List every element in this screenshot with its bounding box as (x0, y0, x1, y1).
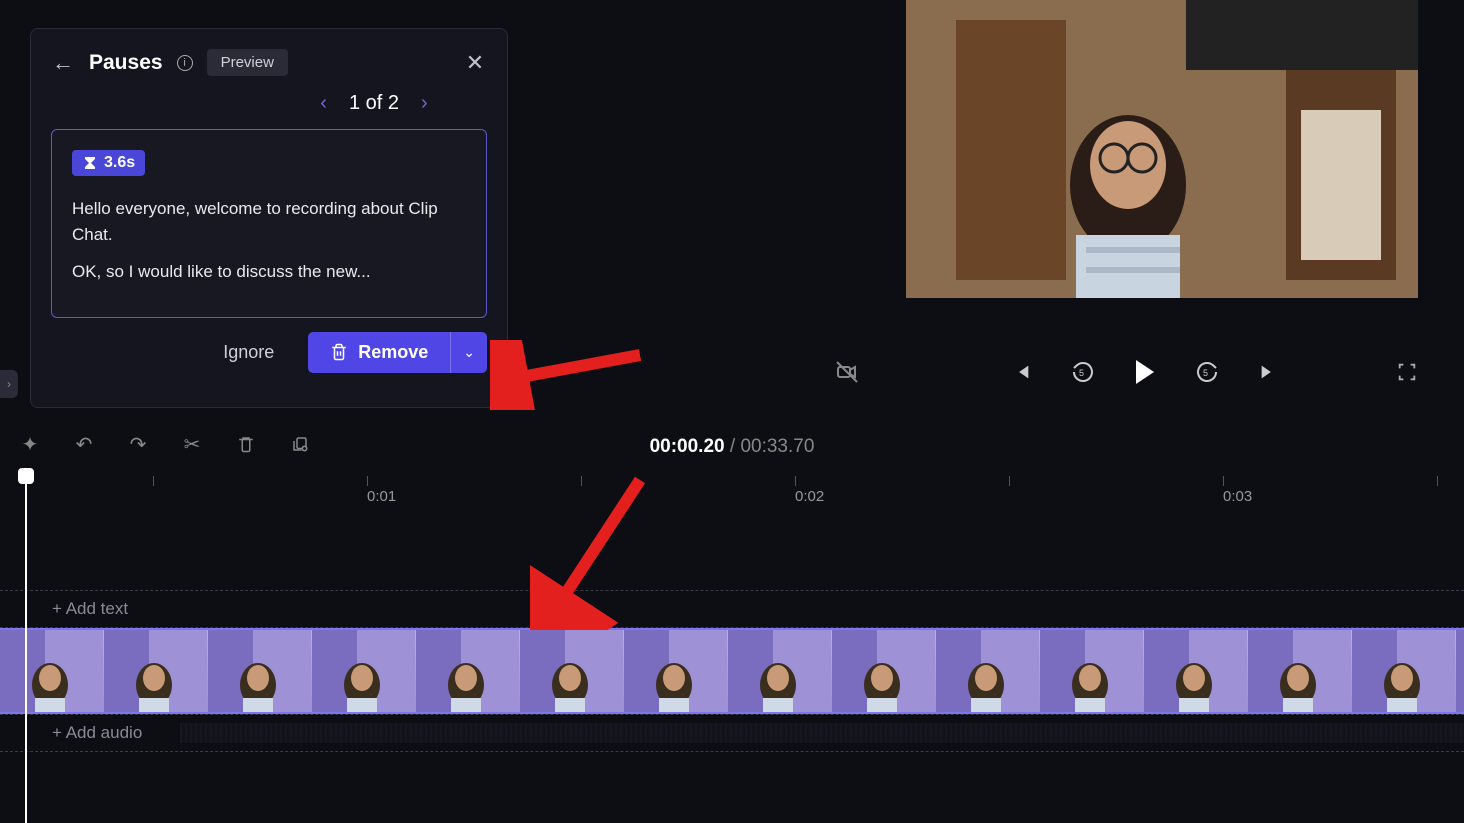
svg-text:5: 5 (1079, 368, 1084, 378)
pause-duration-text: 3.6s (104, 154, 135, 172)
timeline-tracks: + Add text 🔊 + Add audio (0, 590, 1464, 752)
skip-start-icon[interactable] (1004, 355, 1038, 389)
copy-add-icon[interactable] (286, 430, 314, 458)
remove-button-group: Remove ⌄ (308, 332, 487, 373)
transcript-box[interactable]: 3.6s Hello everyone, welcome to recordin… (51, 129, 487, 318)
ruler-mark (1437, 476, 1438, 510)
playback-center: 5 5 (1004, 355, 1286, 389)
clip-thumbnail[interactable] (728, 630, 832, 712)
add-audio-track[interactable]: + Add audio (0, 715, 1464, 751)
panel-header: ← Pauses i Preview ✕ (51, 49, 487, 76)
svg-text:5: 5 (1203, 368, 1208, 378)
timecode: 00:00.20 / 00:33.70 (650, 436, 815, 458)
ruler-mark (1009, 476, 1010, 510)
clip-thumbnail[interactable] (520, 630, 624, 712)
clip-thumbnail[interactable] (1144, 630, 1248, 712)
pager: ‹ 1 of 2 › (261, 92, 487, 115)
clip-thumbnail[interactable] (832, 630, 936, 712)
back-arrow-icon[interactable]: ← (51, 51, 75, 75)
playback-controls: 5 5 (830, 350, 1424, 394)
clip-thumbnail[interactable] (416, 630, 520, 712)
ruler-mark: 0:02 (795, 476, 824, 510)
clip-thumbnail[interactable] (208, 630, 312, 712)
video-frame-placeholder (906, 0, 1418, 298)
transcript-line-2: OK, so I would like to discuss the new..… (72, 259, 466, 285)
timeline-toolbar: ✦ ↶ ↷ ✂ (16, 430, 314, 458)
add-text-label: + Add text (52, 599, 128, 619)
fullscreen-icon[interactable] (1390, 355, 1424, 389)
pause-duration-badge: 3.6s (72, 150, 145, 176)
timeline-ruler[interactable]: 0:01 0:02 0:03 (0, 476, 1464, 510)
annotation-arrow-1 (490, 340, 650, 410)
remove-dropdown-caret[interactable]: ⌄ (450, 332, 487, 373)
clip-thumbnail[interactable] (624, 630, 728, 712)
info-icon[interactable]: i (177, 55, 193, 71)
remove-button[interactable]: Remove (308, 332, 450, 373)
clip-thumbnail[interactable] (312, 630, 416, 712)
clip-thumbnail[interactable] (1248, 630, 1352, 712)
remove-label: Remove (358, 342, 428, 363)
clip-thumbnail[interactable] (936, 630, 1040, 712)
pauses-panel: ← Pauses i Preview ✕ ‹ 1 of 2 › 3.6s Hel… (30, 28, 508, 408)
add-audio-label: + Add audio (52, 723, 142, 743)
clip-thumbnail[interactable] (104, 630, 208, 712)
rewind-5-icon[interactable]: 5 (1066, 355, 1100, 389)
video-preview[interactable] (906, 0, 1418, 298)
pager-prev-icon[interactable]: ‹ (320, 92, 327, 115)
annotation-arrow-2 (530, 470, 660, 630)
hourglass-icon (82, 155, 98, 171)
sparkle-icon[interactable]: ✦ (16, 430, 44, 458)
ruler-mark: 0:03 (1223, 476, 1252, 510)
pager-text: 1 of 2 (349, 92, 399, 115)
trash-icon (330, 343, 348, 361)
current-time: 00:00.20 (650, 436, 725, 457)
skip-end-icon[interactable] (1252, 355, 1286, 389)
total-time: 00:33.70 (740, 436, 814, 457)
ruler-mark: 0:01 (367, 476, 396, 510)
add-text-track[interactable]: + Add text (0, 591, 1464, 627)
playhead-knob[interactable] (18, 468, 34, 484)
trash-icon[interactable] (232, 430, 260, 458)
panel-title: Pauses (89, 51, 163, 75)
clip-thumbnail[interactable] (1352, 630, 1456, 712)
clip-thumbnail[interactable] (1456, 630, 1464, 712)
video-track[interactable]: 🔊 (0, 628, 1464, 714)
pager-next-icon[interactable]: › (421, 92, 428, 115)
ruler-mark (153, 476, 154, 510)
playhead[interactable] (25, 476, 27, 823)
ignore-button[interactable]: Ignore (201, 332, 296, 373)
forward-5-icon[interactable]: 5 (1190, 355, 1224, 389)
camera-off-icon[interactable] (830, 355, 864, 389)
scissors-icon[interactable]: ✂ (178, 430, 206, 458)
transcript-line-1: Hello everyone, welcome to recording abo… (72, 196, 466, 247)
redo-icon[interactable]: ↷ (124, 430, 152, 458)
panel-expand-handle[interactable]: › (0, 370, 18, 398)
play-button[interactable] (1128, 355, 1162, 389)
close-icon[interactable]: ✕ (463, 51, 487, 75)
preview-button[interactable]: Preview (207, 49, 288, 76)
clip-thumbnail[interactable] (1040, 630, 1144, 712)
waveform (180, 723, 1464, 743)
undo-icon[interactable]: ↶ (70, 430, 98, 458)
action-row: Ignore Remove ⌄ (51, 332, 487, 373)
clip-thumbnail[interactable] (0, 630, 104, 712)
